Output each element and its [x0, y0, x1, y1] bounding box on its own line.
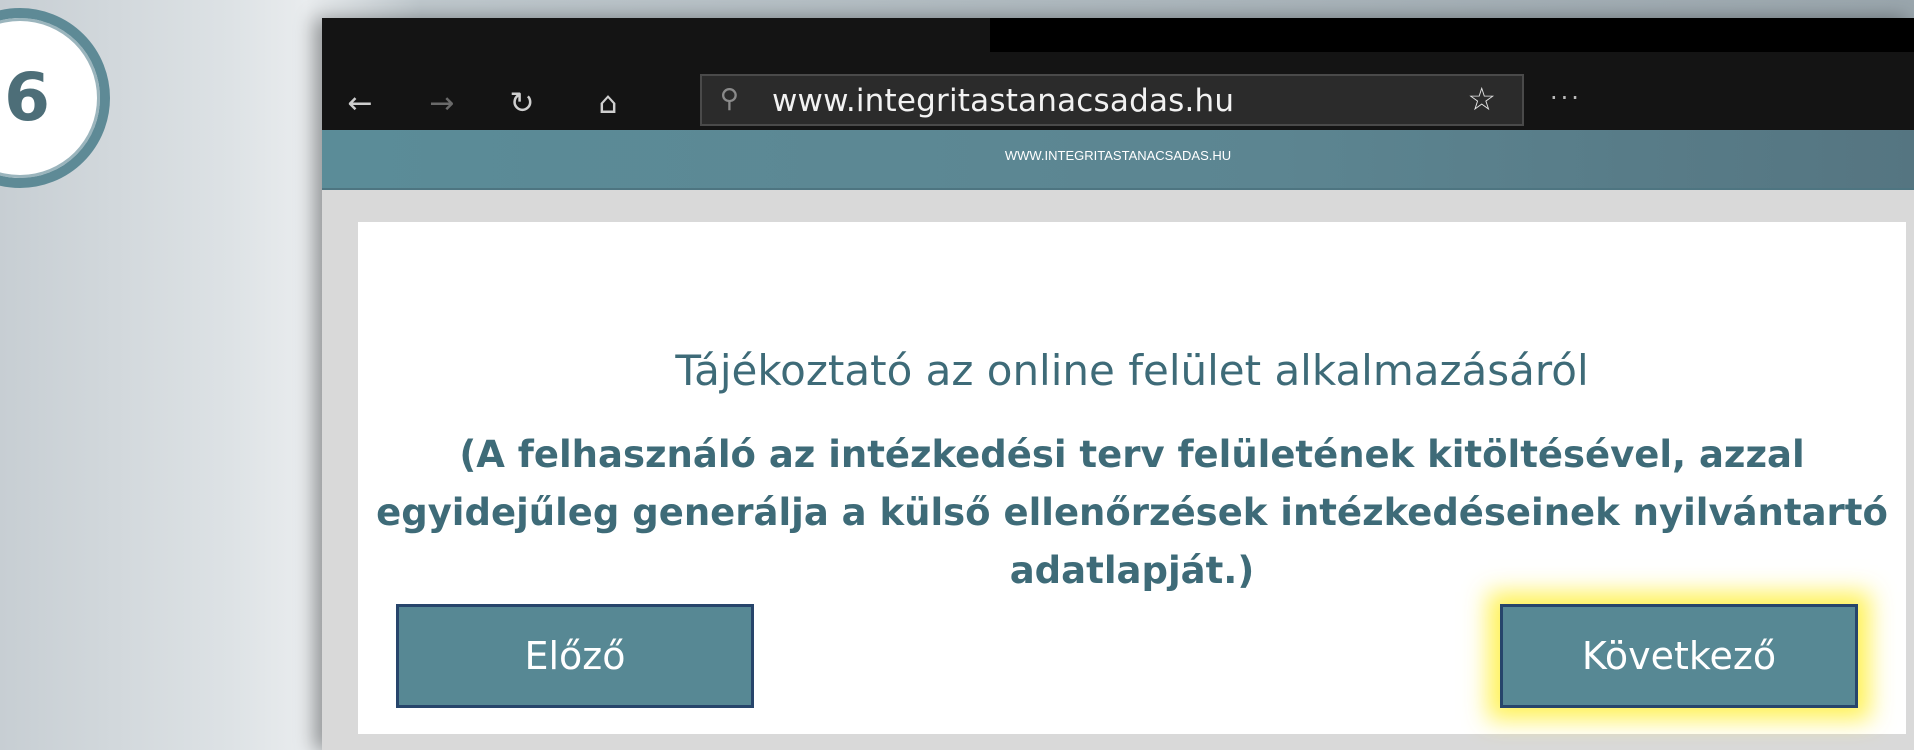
- site-header-text: WWW.INTEGRITASTANACSADAS.HU: [1004, 148, 1232, 163]
- address-bar[interactable]: ⚲ www.integritastanacsadas.hu ☆: [700, 74, 1524, 126]
- more-options-icon[interactable]: ···: [1550, 84, 1582, 112]
- back-arrow-icon[interactable]: ←: [336, 84, 384, 124]
- tab-strip: [990, 18, 1914, 52]
- refresh-icon[interactable]: ↻: [498, 84, 546, 124]
- page-title: Tájékoztató az online felület alkalmazás…: [675, 346, 1589, 395]
- forward-arrow-icon[interactable]: →: [418, 84, 466, 124]
- step-number: 6: [4, 59, 50, 136]
- content-panel: Tájékoztató az online felület alkalmazás…: [358, 222, 1906, 734]
- search-icon: ⚲: [720, 84, 740, 114]
- step-number-badge: 6: [0, 8, 110, 188]
- favorite-star-icon[interactable]: ☆: [1467, 80, 1496, 118]
- site-header: WWW.INTEGRITASTANACSADAS.HU: [322, 130, 1914, 190]
- next-button[interactable]: Következő: [1500, 604, 1858, 708]
- browser-window: ← → ↻ ⌂ ⚲ www.integritastanacsadas.hu ☆ …: [322, 18, 1914, 750]
- browser-toolbar: ← → ↻ ⌂ ⚲ www.integritastanacsadas.hu ☆ …: [322, 18, 1914, 130]
- page-subtitle: (A felhasználó az intézkedési terv felül…: [376, 433, 1888, 592]
- previous-button[interactable]: Előző: [396, 604, 754, 708]
- home-icon[interactable]: ⌂: [584, 84, 632, 124]
- url-text[interactable]: www.integritastanacsadas.hu: [772, 83, 1234, 119]
